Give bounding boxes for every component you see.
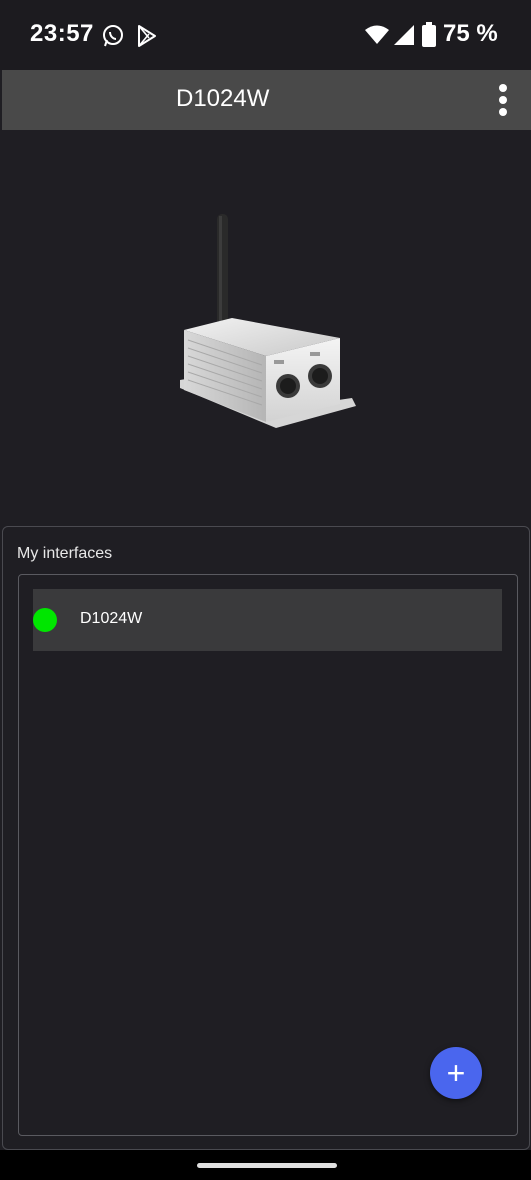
- status-bar: 23:57 75 %: [0, 0, 531, 70]
- device-hero: [0, 130, 531, 525]
- app-bar: D1024W: [2, 70, 531, 130]
- interfaces-list: D1024W +: [18, 574, 518, 1136]
- wifi-icon: [365, 25, 389, 44]
- app-title: D1024W: [176, 85, 270, 112]
- home-gesture-handle[interactable]: [197, 1163, 337, 1168]
- connection-status-dot: [33, 608, 57, 632]
- status-time: 23:57: [30, 20, 94, 47]
- list-item[interactable]: D1024W: [33, 589, 502, 651]
- battery-percent: 75 %: [443, 20, 498, 47]
- more-vert-icon[interactable]: [497, 84, 509, 118]
- panel-title: My interfaces: [17, 545, 113, 562]
- navigation-bar: [0, 1150, 531, 1180]
- plus-icon: +: [446, 1055, 466, 1091]
- add-interface-button[interactable]: +: [430, 1047, 482, 1099]
- whatsapp-icon: [103, 25, 123, 47]
- interfaces-panel: My interfaces D1024W +: [2, 526, 530, 1150]
- battery-icon: [422, 22, 436, 47]
- dmx-interface-device: [180, 214, 356, 428]
- play-store-icon: [138, 25, 156, 47]
- list-item-label: D1024W: [80, 610, 143, 627]
- cell-signal-icon: [394, 25, 414, 45]
